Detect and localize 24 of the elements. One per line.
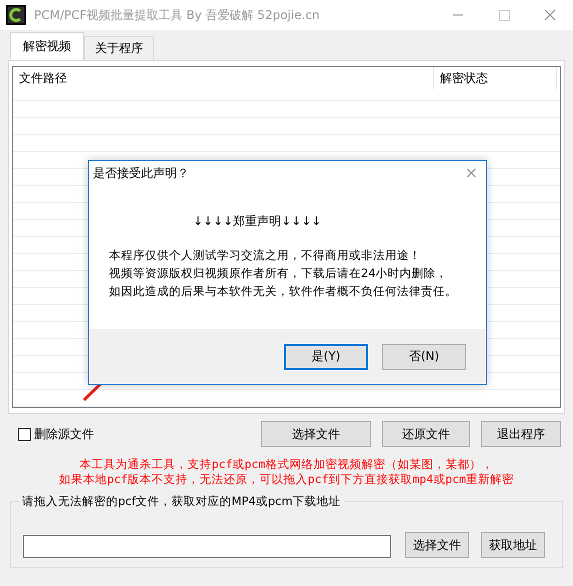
declaration-text: 本程序仅供个人测试学习交流之用，不得商用或非法用途！ bbox=[109, 248, 422, 263]
app-icon bbox=[6, 5, 26, 25]
exit-button[interactable]: 退出程序 bbox=[481, 421, 561, 447]
file-input[interactable] bbox=[23, 535, 391, 558]
get-address-button[interactable]: 获取地址 bbox=[481, 532, 545, 558]
tab[interactable]: 关于程序 bbox=[84, 36, 154, 60]
restore-file-button[interactable]: 还原文件 bbox=[382, 421, 470, 447]
notice-text: 本工具为通杀工具，支持pcf或pcm格式网络加密视频解密（如某图，某都）， bbox=[80, 457, 494, 472]
declaration-text: 如因此造成的后果与本软件无关，软件作者概不负任何法律责任。 bbox=[109, 284, 458, 299]
declaration-heading: ↓↓↓↓郑重声明↓↓↓↓ bbox=[193, 213, 322, 230]
notice-text: 如果本地pcf版本不支持，无法还原，可以拖入pcf到下方直接获取mp4或pcm重新解密 bbox=[58, 472, 514, 487]
select-file-button[interactable]: 选择文件 bbox=[261, 421, 371, 447]
yes-button[interactable]: 是(Y) bbox=[284, 344, 368, 370]
no-button[interactable]: 否(N) bbox=[382, 344, 466, 370]
tab[interactable]: 解密视频 bbox=[10, 32, 84, 60]
group-title: 请拖入无法解密的pcf文件，获取对应的MP4或pcm下载地址 bbox=[19, 494, 344, 509]
window-title: PCM/PCF视频批量提取工具 By 吾爱破解 52pojie.cn bbox=[34, 6, 321, 24]
select-file-button[interactable]: 选择文件 bbox=[405, 532, 469, 558]
dialog-title: 是否接受此声明？ bbox=[93, 164, 189, 182]
checkbox[interactable] bbox=[18, 428, 31, 440]
declaration-text: 视频等资源版权归视频原作者所有，下载后请在24小时内删除， bbox=[109, 266, 449, 281]
column-header[interactable]: 文件路径 bbox=[13, 67, 434, 89]
column-header[interactable]: 解密状态 bbox=[434, 67, 557, 89]
checkbox-label: 删除源文件 bbox=[34, 426, 94, 442]
